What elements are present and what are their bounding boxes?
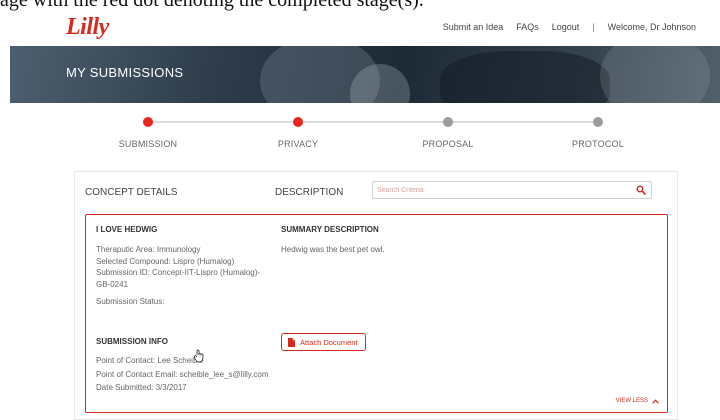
- attach-document-label: Attach Document: [300, 337, 358, 347]
- concept-details-heading: CONCEPT DETAILS: [85, 187, 178, 198]
- description-heading: DESCRIPTION: [275, 187, 344, 198]
- hero-banner: MY SUBMISSIONS: [10, 46, 720, 103]
- step-label: PROTOCOL: [572, 139, 624, 149]
- nav-faqs-link[interactable]: FAQs: [516, 22, 539, 32]
- step-label: PROPOSAL: [422, 139, 474, 149]
- selected-compound: Selected Compound: Lispro (Humalog): [96, 257, 235, 266]
- step-dot-pending: [593, 117, 603, 127]
- search-icon[interactable]: [636, 185, 646, 195]
- top-bar: Lilly Submit an Idea FAQs Logout | Welco…: [10, 8, 720, 46]
- step-submission[interactable]: SUBMISSION: [98, 114, 198, 149]
- page: Lilly Submit an Idea FAQs Logout | Welco…: [10, 8, 720, 420]
- point-of-contact: Point of Contact: Lee Scheible: [96, 356, 204, 365]
- hero-background-shape: [440, 51, 610, 103]
- step-proposal[interactable]: PROPOSAL: [398, 114, 498, 149]
- lilly-logo[interactable]: Lilly: [66, 14, 109, 41]
- point-of-contact-email: Point of Contact Email: scheible_lee_s@l…: [96, 370, 269, 379]
- document-icon: [288, 337, 295, 347]
- step-label: PRIVACY: [277, 139, 319, 149]
- mouse-pointer-icon: [194, 349, 204, 363]
- top-nav: Submit an Idea FAQs Logout | Welcome, Dr…: [430, 22, 696, 32]
- step-protocol[interactable]: PROTOCOL: [548, 114, 648, 149]
- therapeutic-area: Theraputic Area: Immunology: [96, 245, 201, 254]
- submission-card: I LOVE HEDWIG Theraputic Area: Immunolog…: [85, 214, 668, 413]
- step-dot-completed: [143, 117, 153, 127]
- summary-description-text: Hedwig was the best pet owl.: [281, 245, 385, 254]
- submission-status: Submission Status:: [96, 297, 165, 306]
- chevron-up-icon: [652, 398, 659, 404]
- submission-title: I LOVE HEDWIG: [96, 225, 158, 234]
- nav-separator: |: [592, 22, 595, 32]
- nav-submit-idea-link[interactable]: Submit an Idea: [443, 22, 504, 32]
- step-privacy[interactable]: PRIVACY: [248, 114, 348, 149]
- attach-document-button[interactable]: Attach Document: [281, 333, 366, 351]
- search-box: [372, 181, 652, 199]
- nav-logout-link[interactable]: Logout: [552, 22, 580, 32]
- date-submitted: Date Submitted: 3/3/2017: [96, 383, 187, 392]
- step-dot-pending: [443, 117, 453, 127]
- hero-background-shape: [600, 46, 710, 103]
- submission-id: Submission ID: Concept-IIT-Lispro (Humal…: [96, 268, 261, 289]
- step-label: SUBMISSION: [118, 139, 178, 149]
- submission-info-heading: SUBMISSION INFO: [96, 337, 169, 346]
- search-input[interactable]: [373, 182, 631, 198]
- concept-panel: CONCEPT DETAILS DESCRIPTION I LOVE HEDWI…: [74, 171, 678, 420]
- welcome-text: Welcome, Dr Johnson: [607, 22, 696, 32]
- progress-stepper: SUBMISSION PRIVACY PROPOSAL PROTOCOL: [119, 114, 624, 164]
- summary-description-heading: SUMMARY DESCRIPTION: [281, 225, 379, 234]
- view-less-label: VIEW LESS: [615, 398, 648, 404]
- page-title: MY SUBMISSIONS: [66, 65, 184, 80]
- step-dot-completed: [293, 117, 303, 127]
- view-less-toggle[interactable]: VIEW LESS: [616, 398, 659, 404]
